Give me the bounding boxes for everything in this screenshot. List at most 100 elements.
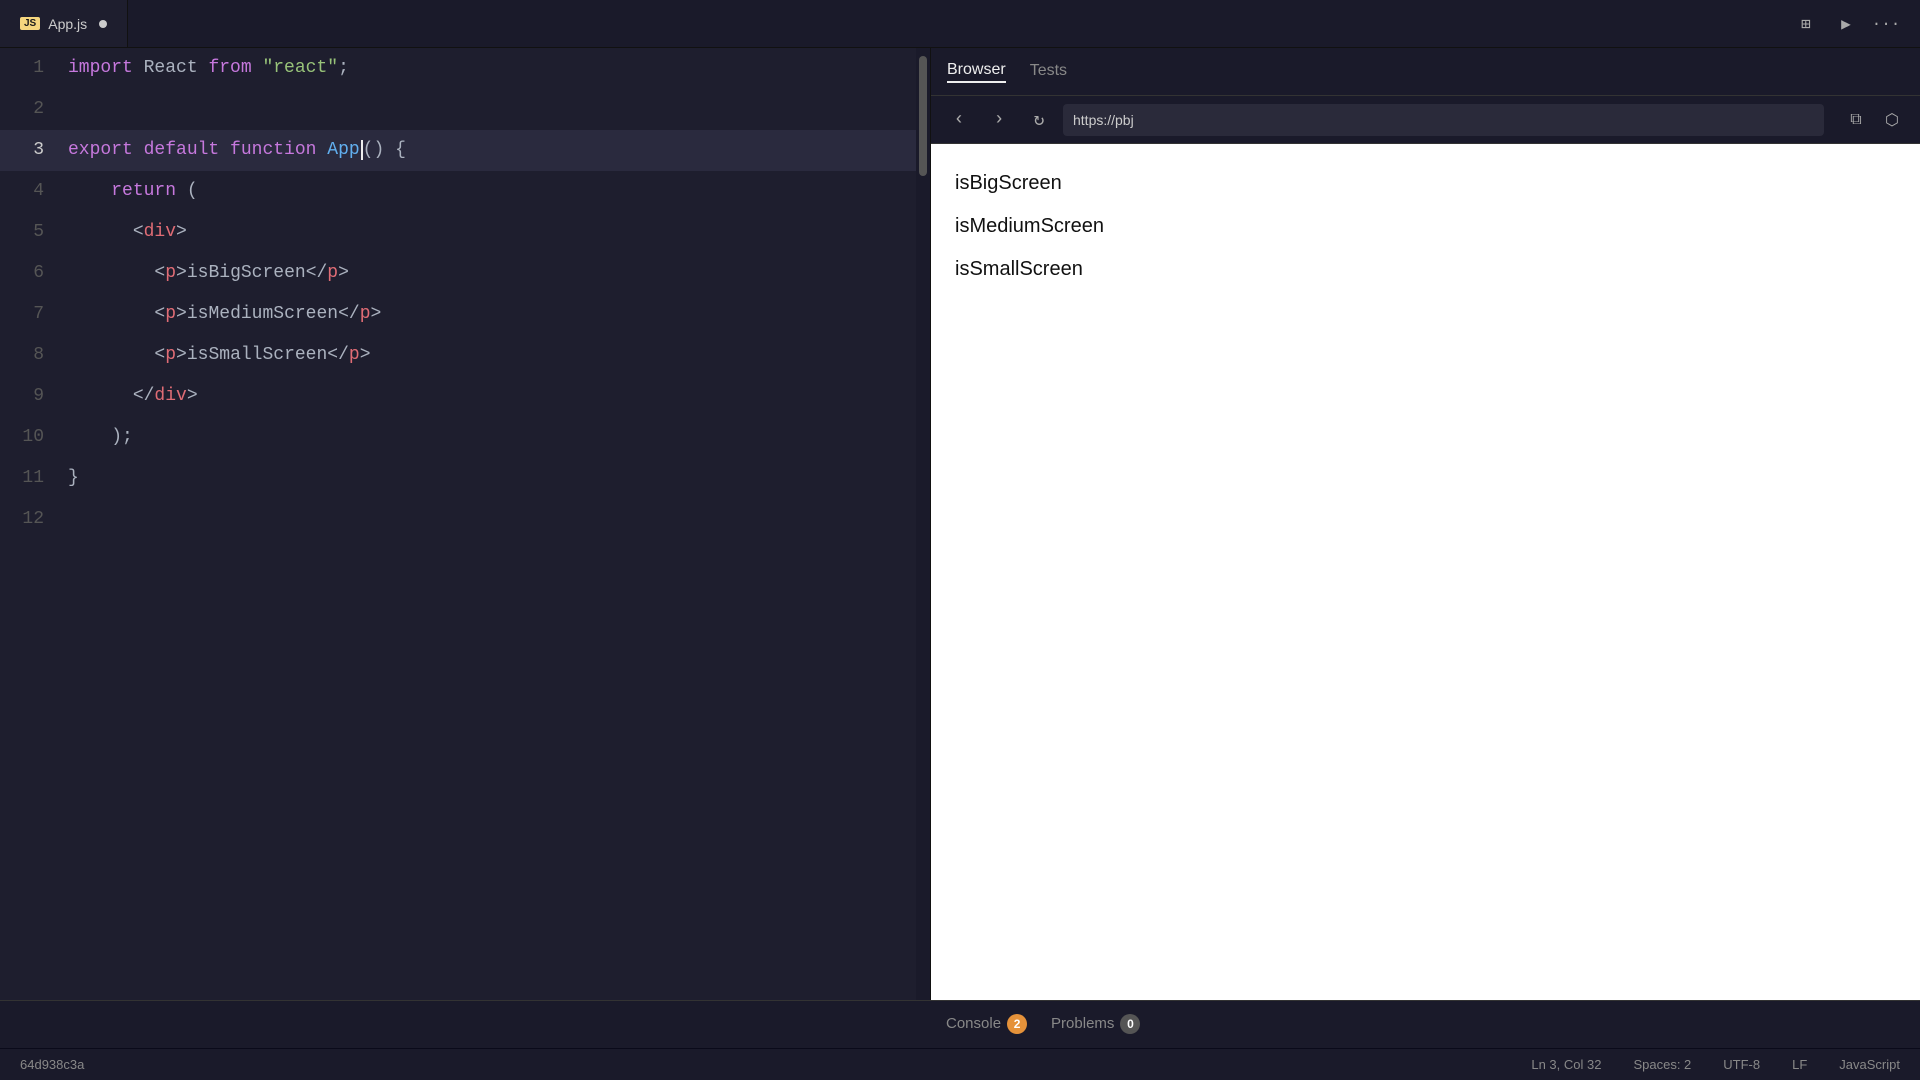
console-tab-label: Console xyxy=(946,1015,1001,1032)
line-code-8[interactable]: <p>isSmallScreen</p> xyxy=(68,335,930,376)
token: </ xyxy=(327,345,349,365)
code-line-10: 10 ); xyxy=(0,417,930,458)
line-number-11: 11 xyxy=(0,458,68,499)
code-line-11: 11} xyxy=(0,458,930,499)
token: p xyxy=(165,263,176,283)
token: </ xyxy=(133,386,155,406)
js-badge: JS xyxy=(20,17,40,30)
line-code-9[interactable]: </div> xyxy=(68,376,930,417)
browser-item-2: isSmallScreen xyxy=(955,258,1896,281)
spaces-setting[interactable]: Spaces: 2 xyxy=(1633,1057,1691,1072)
tab-browser[interactable]: Browser xyxy=(947,61,1006,83)
line-ending[interactable]: LF xyxy=(1792,1057,1807,1072)
token: p xyxy=(327,263,338,283)
token: p xyxy=(165,304,176,324)
token: React xyxy=(144,58,209,78)
token xyxy=(68,386,133,406)
line-code-7[interactable]: <p>isMediumScreen</p> xyxy=(68,294,930,335)
token: isSmallScreen xyxy=(187,345,327,365)
line-number-8: 8 xyxy=(0,335,68,376)
token: "react" xyxy=(262,58,338,78)
browser-item-1: isMediumScreen xyxy=(955,215,1896,238)
token: > xyxy=(176,345,187,365)
scrollbar-thumb[interactable] xyxy=(919,56,927,176)
browser-tabs: Browser Tests xyxy=(931,48,1920,96)
token: () { xyxy=(363,140,406,160)
status-bar: 64d938c3a Ln 3, Col 32 Spaces: 2 UTF-8 L… xyxy=(0,1048,1920,1080)
code-line-3: 3export default function App() { xyxy=(0,130,930,171)
console-tab[interactable]: Console 2 xyxy=(946,1014,1027,1036)
token: > xyxy=(338,263,349,283)
line-code-4[interactable]: return ( xyxy=(68,171,930,212)
code-line-5: 5 <div> xyxy=(0,212,930,253)
editor-tab-appjs[interactable]: JS App.js xyxy=(0,0,128,47)
line-number-3: 3 xyxy=(0,130,68,171)
token xyxy=(68,222,133,242)
line-number-10: 10 xyxy=(0,417,68,458)
browser-toolbar-icons: ⧉ ⬡ xyxy=(1840,104,1908,136)
line-code-3[interactable]: export default function App() { xyxy=(68,130,930,171)
token xyxy=(68,263,154,283)
token: import xyxy=(68,58,144,78)
token: < xyxy=(154,345,165,365)
back-button[interactable]: ‹ xyxy=(943,104,975,136)
line-code-5[interactable]: <div> xyxy=(68,212,930,253)
line-number-9: 9 xyxy=(0,376,68,417)
line-code-6[interactable]: <p>isBigScreen</p> xyxy=(68,253,930,294)
unsaved-dot xyxy=(99,20,107,28)
line-code-10[interactable]: ); xyxy=(68,417,930,458)
line-code-12[interactable] xyxy=(68,499,930,540)
code-line-7: 7 <p>isMediumScreen</p> xyxy=(0,294,930,335)
copy-url-button[interactable]: ⧉ xyxy=(1840,104,1872,136)
problems-badge: 0 xyxy=(1120,1014,1140,1034)
token: } xyxy=(68,468,79,488)
cursor-position[interactable]: Ln 3, Col 32 xyxy=(1531,1057,1601,1072)
encoding[interactable]: UTF-8 xyxy=(1723,1057,1760,1072)
token: > xyxy=(371,304,382,324)
token: export xyxy=(68,140,144,160)
token xyxy=(68,181,111,201)
line-code-2[interactable] xyxy=(68,89,930,130)
tab-tests[interactable]: Tests xyxy=(1030,62,1067,82)
token: function xyxy=(230,140,327,160)
browser-item-0: isBigScreen xyxy=(955,172,1896,195)
browser-pane: Browser Tests ‹ › ↻ https://pbj ⧉ ⬡ isBi… xyxy=(930,48,1920,1000)
line-number-1: 1 xyxy=(0,48,68,89)
token: > xyxy=(360,345,371,365)
token: > xyxy=(176,263,187,283)
token: p xyxy=(360,304,371,324)
more-menu-button[interactable]: ··· xyxy=(1868,6,1904,42)
token: > xyxy=(187,386,198,406)
forward-button[interactable]: › xyxy=(983,104,1015,136)
code-line-1: 1import React from "react"; xyxy=(0,48,930,89)
scrollbar-gutter[interactable] xyxy=(916,48,930,1000)
code-line-8: 8 <p>isSmallScreen</p> xyxy=(0,335,930,376)
token: < xyxy=(154,263,165,283)
line-number-5: 5 xyxy=(0,212,68,253)
main-content: 1import React from "react";23export defa… xyxy=(0,48,1920,1000)
play-button[interactable]: ▶ xyxy=(1828,6,1864,42)
editor-pane[interactable]: 1import React from "react";23export defa… xyxy=(0,48,930,1000)
token: p xyxy=(349,345,360,365)
code-editor[interactable]: 1import React from "react";23export defa… xyxy=(0,48,930,1000)
token: return xyxy=(111,181,187,201)
language-mode[interactable]: JavaScript xyxy=(1839,1057,1900,1072)
code-line-2: 2 xyxy=(0,89,930,130)
token: default xyxy=(144,140,230,160)
token: isMediumScreen xyxy=(187,304,338,324)
token: ; xyxy=(338,58,349,78)
browser-viewport: isBigScreen isMediumScreen isSmallScreen xyxy=(931,144,1920,1000)
url-bar[interactable]: https://pbj xyxy=(1063,104,1824,136)
layout-toggle-button[interactable]: ⊞ xyxy=(1788,6,1824,42)
token: < xyxy=(154,304,165,324)
line-code-11[interactable]: } xyxy=(68,458,930,499)
refresh-button[interactable]: ↻ xyxy=(1023,104,1055,136)
token: > xyxy=(176,222,187,242)
code-line-4: 4 return ( xyxy=(0,171,930,212)
problems-tab[interactable]: Problems 0 xyxy=(1051,1014,1140,1036)
line-number-2: 2 xyxy=(0,89,68,130)
bottom-bar: Console 2 Problems 0 xyxy=(930,1000,1920,1048)
line-number-12: 12 xyxy=(0,499,68,540)
line-code-1[interactable]: import React from "react"; xyxy=(68,48,930,89)
open-external-button[interactable]: ⬡ xyxy=(1876,104,1908,136)
